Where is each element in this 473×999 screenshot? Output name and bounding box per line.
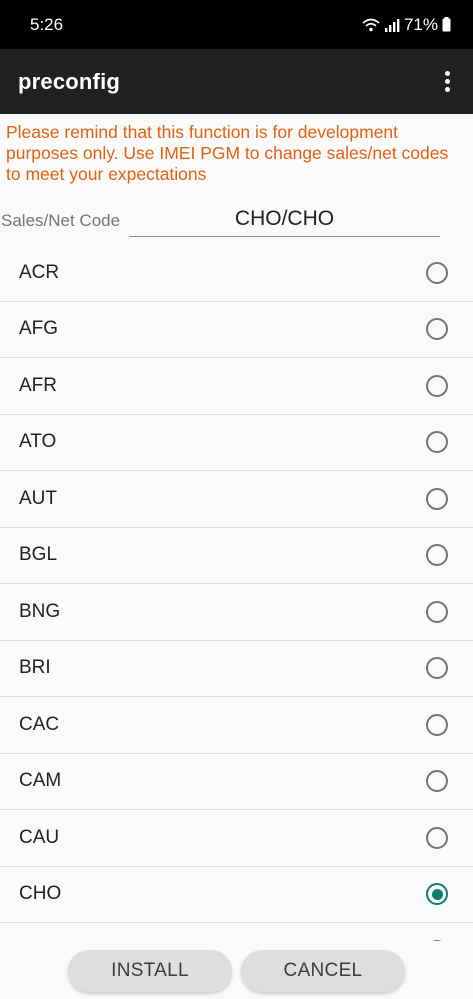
sales-net-code-row: Sales/Net Code CHO/CHO xyxy=(0,203,473,239)
list-item-label: ATO xyxy=(19,431,57,453)
list-item-label: AFG xyxy=(19,318,59,340)
list-item[interactable]: ACR xyxy=(0,245,473,302)
list-item[interactable]: ATO xyxy=(0,415,473,471)
list-item[interactable]: CAC xyxy=(0,697,473,754)
list-item-label: CAU xyxy=(19,826,60,848)
status-bar: 5:26 71% xyxy=(0,0,473,49)
list-item[interactable]: AFR xyxy=(0,358,473,415)
sales-net-code-label: Sales/Net Code xyxy=(1,211,121,230)
more-vert-icon[interactable] xyxy=(435,62,459,102)
radio-unchecked-icon[interactable] xyxy=(426,713,448,736)
cancel-button[interactable]: CANCEL xyxy=(241,950,405,992)
list-item-label: BGL xyxy=(19,544,58,566)
battery-icon xyxy=(442,17,451,32)
action-buttons: INSTALL CANCEL xyxy=(0,941,473,999)
list-item[interactable]: BRI xyxy=(0,641,473,697)
list-item-label: BRI xyxy=(19,657,51,679)
list-item[interactable]: BNG xyxy=(0,584,473,641)
radio-unchecked-icon[interactable] xyxy=(426,431,448,454)
list-item[interactable]: BGL xyxy=(0,528,473,584)
list-item-label: AUT xyxy=(19,487,57,509)
list-item[interactable] xyxy=(0,923,473,941)
radio-unchecked-icon[interactable] xyxy=(426,826,448,849)
status-icons: 71% xyxy=(362,15,451,35)
radio-checked-icon[interactable] xyxy=(426,883,448,906)
list-item-label: ACR xyxy=(19,261,60,283)
wifi-icon xyxy=(362,18,380,31)
list-item[interactable]: AFG xyxy=(0,302,473,358)
radio-unchecked-icon[interactable] xyxy=(426,318,448,341)
warning-text: Please remind that this function is for … xyxy=(6,122,449,184)
radio-unchecked-icon[interactable] xyxy=(426,261,448,284)
list-item-label: BNG xyxy=(19,600,61,622)
list-item[interactable]: CAM xyxy=(0,754,473,810)
radio-unchecked-icon[interactable] xyxy=(426,657,448,680)
radio-unchecked-icon[interactable] xyxy=(426,374,448,397)
app-title: preconfig xyxy=(18,68,121,94)
radio-unchecked-icon[interactable] xyxy=(426,487,448,510)
radio-unchecked-icon[interactable] xyxy=(426,600,448,623)
sales-code-list: ACR AFG AFR ATO AUT BGL BNG BRI CAC CAM CAU CHO xyxy=(0,245,473,941)
list-item[interactable]: AUT xyxy=(0,471,473,528)
radio-unchecked-icon[interactable] xyxy=(426,770,448,793)
status-time: 5:26 xyxy=(30,14,64,34)
signal-icon xyxy=(384,18,400,32)
list-item[interactable]: CHO xyxy=(0,867,473,923)
list-item[interactable]: CAU xyxy=(0,810,473,867)
radio-unchecked-icon[interactable] xyxy=(426,544,448,567)
app-bar: preconfig xyxy=(0,49,473,114)
list-item-label: CAM xyxy=(19,770,62,792)
battery-percent: 71% xyxy=(403,14,438,34)
list-item-label: AFR xyxy=(19,374,57,396)
list-item-label: CHO xyxy=(19,883,62,905)
sales-net-code-field[interactable]: CHO/CHO xyxy=(129,203,440,237)
install-button[interactable]: INSTALL xyxy=(68,950,232,992)
list-item-label: CAC xyxy=(19,713,60,735)
